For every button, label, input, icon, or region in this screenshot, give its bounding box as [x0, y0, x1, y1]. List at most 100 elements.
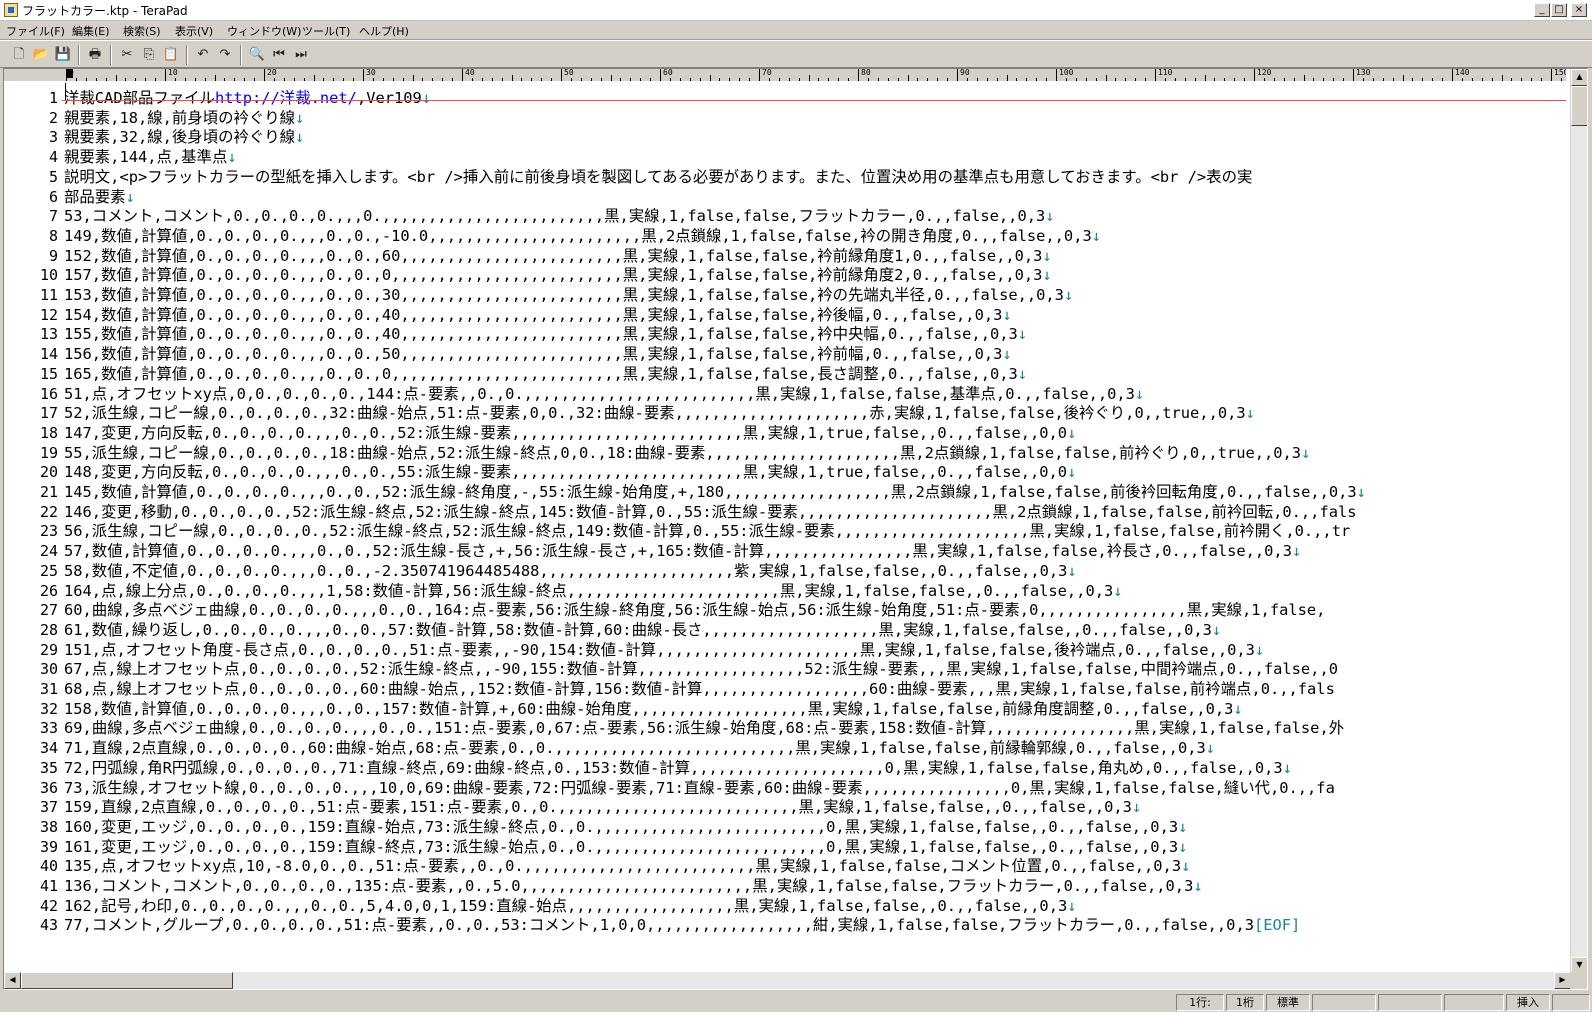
save-icon[interactable]: 💾 [52, 45, 74, 65]
editor-area[interactable]: 0102030405060708090100110120130140150 12… [3, 68, 1588, 990]
vertical-scrollbar[interactable]: ▲ ▼ [1570, 69, 1587, 974]
text-line[interactable]: 160,変更,エッジ,0.,0.,0.,0.,159:直線-始点,73:派生線-… [64, 818, 1187, 838]
ruler-label: 40 [465, 69, 475, 77]
text-line[interactable]: 58,数値,不定値,0.,0.,0.,0.,,,0.,0.,-2.3507419… [64, 562, 1077, 582]
text-segment: 77,コメント,グループ,0.,0.,0.,0.,51:点-要素,,0.,0.,… [64, 916, 1254, 935]
hyperlink[interactable]: http://洋裁.net/ [215, 89, 357, 107]
text-segment: 157,数値,計算値,0.,0.,0.,0.,,,0.,0.,0,,,,,,,,… [64, 266, 1043, 285]
text-line[interactable]: 152,数値,計算値,0.,0.,0.,0.,,,0.,0.,60,,,,,,,… [64, 247, 1052, 267]
text-line[interactable]: 洋裁CAD部品ファイルhttp://洋裁.net/,Ver109↓ [64, 89, 431, 109]
line-break-mark: ↓ [1245, 404, 1255, 423]
text-line[interactable]: 67,点,線上オフセット点,0.,0.,0.,0.,52:派生線-終点,,-90… [64, 660, 1338, 680]
text-line[interactable]: 148,変更,方向反転,0.,0.,0.,0.,,,0.,0.,55:派生線-要… [64, 463, 1076, 483]
horizontal-scroll-thumb[interactable] [21, 972, 233, 989]
text-line[interactable]: 164,点,線上分点,0.,0.,0.,0.,,,1,58:数値-計算,56:派… [64, 582, 1123, 602]
text-line[interactable]: 73,派生線,オフセット線,0.,0.,0.,0.,,,10,0,69:曲線-要… [64, 779, 1335, 799]
app-icon[interactable] [4, 3, 18, 17]
text-segment: 部品要素 [64, 187, 126, 206]
text-line[interactable]: 53,コメント,コメント,0.,0.,0.,0.,,,0.,,,,,,,,,,,… [64, 207, 1055, 227]
line-number: 33 [39, 719, 58, 738]
horizontal-scrollbar[interactable]: ◀ ▶ [4, 972, 1571, 989]
line-number: 6 [48, 187, 58, 206]
menu-view[interactable]: 表示(V) [175, 23, 213, 39]
text-segment: 151,点,オフセット角度-長さ点,0.,0.,0.,0.,51:点-要素,,-… [64, 640, 1255, 659]
text-line[interactable]: 149,数値,計算値,0.,0.,0.,0.,,,0.,0.,-10.0,,,,… [64, 227, 1101, 247]
text-line[interactable]: 154,数値,計算値,0.,0.,0.,0.,,,0.,0.,40,,,,,,,… [64, 306, 1012, 326]
menu-edit[interactable]: 編集(E) [72, 23, 110, 39]
menu-tools[interactable]: ツール(T) [302, 23, 350, 39]
close-button[interactable]: × [1571, 3, 1587, 17]
text-line[interactable]: 親要素,32,線,後身頃の衿ぐり線↓ [64, 128, 304, 148]
find-next-icon[interactable]: ⏭ [290, 45, 312, 65]
text-content[interactable]: 洋裁CAD部品ファイルhttp://洋裁.net/,Ver109↓ 親要素,18,… [62, 81, 1566, 961]
new-file-glyph: 🗋 [13, 47, 25, 62]
text-line[interactable]: 69,曲線,多点ベジェ曲線,0.,0.,0.,0.,,,0.,0.,151:点-… [64, 719, 1344, 739]
line-break-mark: ↓ [1091, 226, 1102, 245]
open-folder-icon[interactable]: 📂 [30, 45, 52, 65]
cut-icon[interactable]: ✂ [116, 45, 138, 65]
minimize-button[interactable]: _ [1534, 3, 1550, 17]
text-line[interactable]: 57,数値,計算値,0.,0.,0.,0.,,,0.,0.,52:派生線-長さ,… [64, 542, 1301, 562]
text-line[interactable]: 162,記号,わ印,0.,0.,0.,0.,,,0.,0.,5,4.0,0,1,… [64, 897, 1077, 917]
text-line[interactable]: 155,数値,計算値,0.,0.,0.,0.,,,0.,0.,40,,,,,,,… [64, 325, 1027, 345]
text-line[interactable]: 153,数値,計算値,0.,0.,0.,0.,,,0.,0.,30,,,,,,,… [64, 286, 1073, 306]
text-segment: 52,派生線,コピー線,0.,0.,0.,0.,32:曲線-始点,51:点-要素… [64, 404, 1246, 423]
menu-help[interactable]: ヘルプ(H) [359, 23, 409, 39]
text-line[interactable]: 72,円弧線,角R円弧線,0.,0.,0.,0.,71:直線-終点,69:曲線-… [64, 759, 1292, 779]
terapad-window: フラットカラー.ktp - TeraPad _ □ × ファイル(F) 編集(E… [0, 0, 1592, 1012]
ruler-label: 100 [1059, 69, 1074, 77]
text-line[interactable]: 51,点,オフセットxy点,0,0.,0.,0.,0.,144:点-要素,,0.… [64, 385, 1144, 405]
ruler-tick [561, 69, 562, 81]
paste-icon[interactable]: 📋 [160, 45, 182, 65]
scroll-right-button[interactable]: ▶ [1554, 972, 1571, 989]
vertical-scroll-thumb[interactable] [1571, 86, 1587, 126]
title-bar[interactable]: フラットカラー.ktp - TeraPad _ □ × [0, 0, 1592, 21]
new-file-icon[interactable]: 🗋 [8, 45, 30, 65]
text-line[interactable]: 159,直線,2点直線,0.,0.,0.,0.,51:点-要素,151:点-要素… [64, 798, 1141, 818]
menu-window[interactable]: ウィンドウ(W) [227, 23, 301, 39]
text-line[interactable]: 77,コメント,グループ,0.,0.,0.,0.,51:点-要素,,0.,0.,… [64, 916, 1300, 936]
find-prev-icon[interactable]: ⏮ [268, 45, 290, 65]
menu-search[interactable]: 検索(S) [123, 23, 161, 39]
text-line[interactable]: 146,変更,移動,0.,0.,0.,0.,52:派生線-終点,52:派生線-終… [64, 503, 1357, 523]
text-line[interactable]: 151,点,オフセット角度-長さ点,0.,0.,0.,0.,51:点-要素,,-… [64, 641, 1264, 661]
text-line[interactable]: 147,変更,方向反転,0.,0.,0.,0.,,,0.,0.,52:派生線-要… [64, 424, 1076, 444]
text-line[interactable]: 説明文,<p>フラットカラーの型紙を挿入します。<br />挿入前に前後身頃を製… [64, 168, 1252, 188]
ruler-label: 10 [168, 69, 178, 77]
scroll-up-button[interactable]: ▲ [1571, 69, 1587, 86]
restore-button[interactable]: □ [1551, 3, 1567, 17]
text-line[interactable]: 52,派生線,コピー線,0.,0.,0.,0.,32:曲線-始点,51:点-要素… [64, 404, 1255, 424]
line-number: 15 [39, 364, 58, 383]
find-icon[interactable]: 🔍 [246, 45, 268, 65]
text-line[interactable]: 145,数値,計算値,0.,0.,0.,0.,,,0.,0.,52:派生線-終角… [64, 483, 1366, 503]
text-line[interactable]: 156,数値,計算値,0.,0.,0.,0.,,,0.,0.,50,,,,,,,… [64, 345, 1012, 365]
redo-icon[interactable]: ↷ [214, 45, 236, 65]
text-line[interactable]: 部品要素↓ [64, 188, 135, 208]
status-panel-empty-4 [1552, 994, 1590, 1011]
print-icon[interactable]: 🖶 [84, 45, 106, 65]
text-line[interactable]: 136,コメント,コメント,0.,0.,0.,0.,135:点-要素,,0.,5… [64, 877, 1203, 897]
toolbar: 🗋 📂 💾 🖶 ✂ ⎘ 📋 ↶ ↷ 🔍 ⏮ ⏭ [0, 40, 1592, 68]
text-caret [65, 83, 66, 100]
text-line[interactable]: 55,派生線,コピー線,0.,0.,0.,0.,18:曲線-始点,52:派生線-… [64, 444, 1310, 464]
text-line[interactable]: 165,数値,計算値,0.,0.,0.,0.,,,0.,0.,0,,,,,,,,… [64, 365, 1027, 385]
line-number: 5 [48, 167, 58, 186]
text-line[interactable]: 158,数値,計算値,0.,0.,0.,0.,,,0.,0.,157:数値-計算… [64, 700, 1243, 720]
text-line[interactable]: 71,直線,2点直線,0.,0.,0.,0.,60:曲線-始点,68:点-要素,… [64, 739, 1215, 759]
text-line[interactable]: 157,数値,計算値,0.,0.,0.,0.,,,0.,0.,0,,,,,,,,… [64, 266, 1052, 286]
text-line[interactable]: 56,派生線,コピー線,0.,0.,0.,0.,52:派生線-終点,52:派生線… [64, 522, 1350, 542]
copy-icon[interactable]: ⎘ [138, 45, 160, 65]
text-line[interactable]: 61,数値,繰り返し,0.,0.,0.,0.,,,0.,0.,57:数値-計算,… [64, 621, 1221, 641]
line-number: 21 [39, 483, 58, 501]
text-line[interactable]: 161,変更,エッジ,0.,0.,0.,0.,159:直線-終点,73:派生線-… [64, 838, 1187, 858]
text-line[interactable]: 60,曲線,多点ベジェ曲線,0.,0.,0.,0.,,,0.,0.,164:点-… [64, 601, 1325, 621]
status-insert-mode[interactable]: 挿入 [1506, 994, 1550, 1011]
scroll-left-button[interactable]: ◀ [4, 972, 21, 989]
text-line[interactable]: 親要素,18,線,前身頃の衿ぐり線↓ [64, 109, 304, 129]
text-line[interactable]: 親要素,144,点,基準点↓ [64, 148, 237, 168]
ruler-tick [462, 69, 463, 81]
text-line[interactable]: 68,点,線上オフセット点,0.,0.,0.,0.,60:曲線-始点,,152:… [64, 680, 1335, 700]
menu-file[interactable]: ファイル(F) [6, 23, 65, 39]
text-line[interactable]: 135,点,オフセットxy点,10,-8.0,0.,0.,51:点-要素,,0.… [64, 857, 1190, 877]
undo-icon[interactable]: ↶ [192, 45, 214, 65]
